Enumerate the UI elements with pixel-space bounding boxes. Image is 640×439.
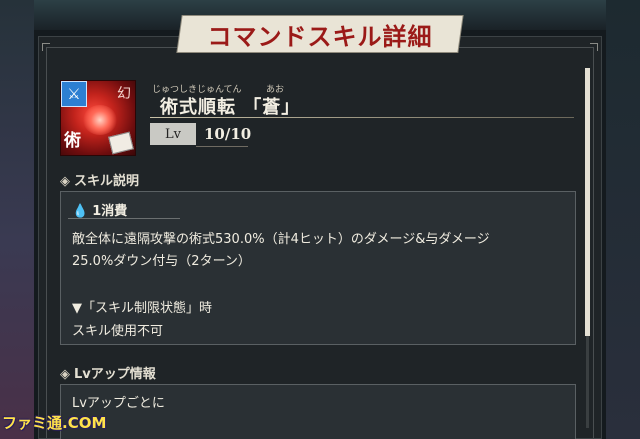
cost-row: 💧 1消費	[72, 200, 127, 219]
diamond-icon: ◈	[60, 174, 70, 189]
divider	[196, 146, 248, 147]
section-title-text: スキル説明	[74, 174, 140, 189]
description-line: 敵全体に遠隔攻撃の術式530.0%（計4ヒット）のダメージ&与ダメージ	[72, 232, 490, 247]
section-title-description: ◈ スキル説明	[60, 170, 139, 189]
diamond-icon: ◈	[60, 367, 70, 382]
sword-icon: ⚔	[61, 81, 87, 107]
cost-text: 1消費	[92, 204, 128, 219]
section-title-text: Lvアップ情報	[74, 367, 156, 382]
description-line: スキル使用不可	[72, 324, 164, 339]
water-drop-icon: 💧	[72, 204, 89, 219]
section-title-lvup: ◈ Lvアップ情報	[60, 363, 156, 382]
skill-name: 術式順転 「蒼」	[160, 97, 301, 118]
divider	[68, 218, 180, 219]
burst-effect	[83, 105, 117, 135]
level-label: Lv	[150, 123, 196, 145]
icon-kanji-bottom: 術	[64, 131, 81, 151]
background-left	[0, 0, 34, 439]
description-line: ▼「スキル制限状態」時	[72, 301, 212, 316]
description-line: 25.0%ダウン付与（2ターン）	[72, 254, 251, 269]
corner-ornament	[42, 43, 50, 51]
divider	[150, 117, 574, 118]
scrollbar-thumb[interactable]	[585, 68, 590, 336]
page-title: コマンドスキル詳細	[207, 22, 433, 51]
icon-kanji-top: 幻	[117, 86, 131, 102]
background-right	[606, 0, 640, 439]
skill-icon: ⚔ 幻 術	[60, 80, 136, 156]
watermark-logo: ファミ通.COM	[2, 414, 107, 432]
corner-ornament	[590, 43, 598, 51]
level-value: 10/10	[204, 125, 252, 143]
cards-icon	[108, 131, 134, 155]
lvup-line: Lvアップごとに	[72, 396, 165, 411]
